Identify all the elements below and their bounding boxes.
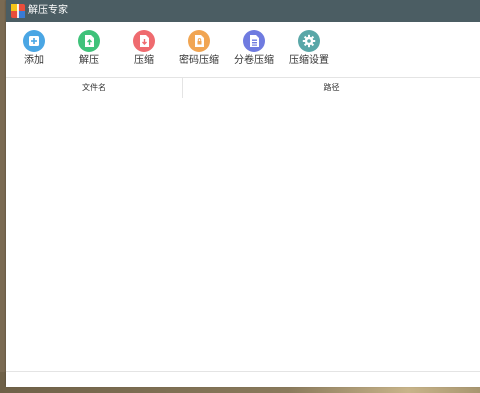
password-compress-button[interactable]: 密码压缩 [172, 28, 226, 74]
status-bar [6, 371, 480, 387]
title-bar[interactable]: 解压专家 [6, 0, 480, 22]
split-compress-icon [243, 30, 265, 52]
password-compress-icon [188, 30, 210, 52]
compress-settings-button[interactable]: 压缩设置 [282, 28, 336, 74]
add-button[interactable]: 添加 [7, 28, 61, 74]
file-list-header: 文件名 路径 [6, 77, 480, 99]
compress-settings-button-label: 压缩设置 [289, 55, 329, 66]
column-header-path[interactable]: 路径 [183, 78, 480, 98]
split-compress-button-label: 分卷压缩 [234, 55, 274, 66]
compress-icon [133, 30, 155, 52]
app-window: 解压专家 添加 解压 压缩 密码压缩 分卷压缩 压缩设置 文件名 路径 [6, 0, 480, 387]
extract-button-label: 解压 [79, 55, 99, 66]
add-icon [23, 30, 45, 52]
toolbar: 添加 解压 压缩 密码压缩 分卷压缩 压缩设置 [6, 22, 480, 77]
app-logo-icon [11, 4, 25, 18]
file-list-body[interactable] [6, 98, 480, 370]
settings-gear-icon [298, 30, 320, 52]
split-compress-button[interactable]: 分卷压缩 [227, 28, 281, 74]
window-title: 解压专家 [28, 5, 68, 16]
compress-button[interactable]: 压缩 [117, 28, 171, 74]
add-button-label: 添加 [24, 55, 44, 66]
compress-button-label: 压缩 [134, 55, 154, 66]
extract-icon [78, 30, 100, 52]
extract-button[interactable]: 解压 [62, 28, 116, 74]
password-compress-button-label: 密码压缩 [179, 55, 219, 66]
column-header-filename[interactable]: 文件名 [6, 78, 183, 98]
